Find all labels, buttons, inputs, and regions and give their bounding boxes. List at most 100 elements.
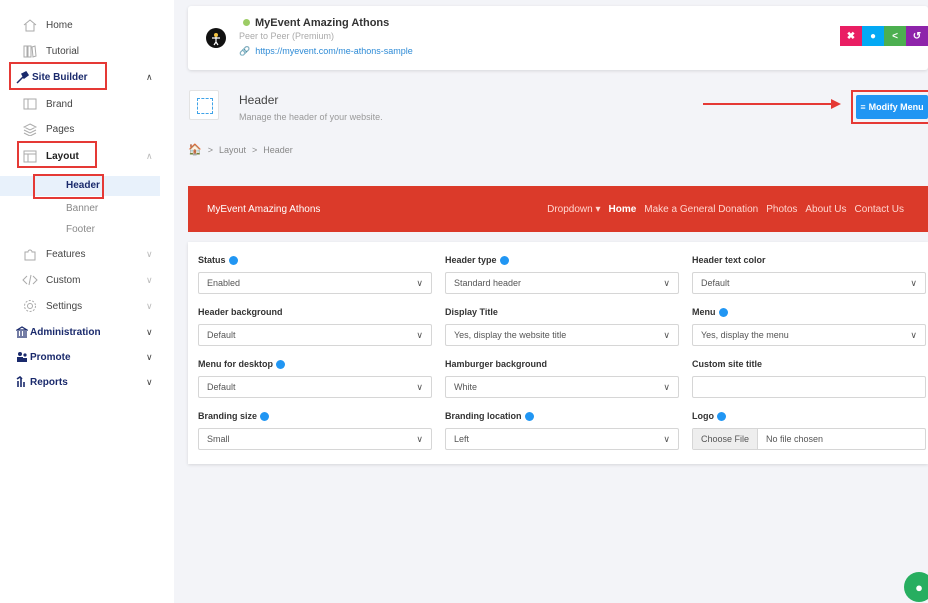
status-select[interactable]: Enabled ∨ — [198, 272, 432, 294]
chevron-up-icon: ∧ — [146, 150, 153, 161]
view-button[interactable]: ● — [862, 26, 884, 46]
chevron-down-icon: ∨ — [146, 248, 153, 259]
select-value: Default — [701, 278, 730, 288]
info-icon[interactable] — [228, 255, 238, 265]
books-icon — [22, 44, 38, 58]
bank-icon — [14, 325, 30, 339]
annotation-arrow-head — [831, 99, 841, 109]
field-status: Status Enabled ∨ — [198, 254, 432, 294]
branding-size-select[interactable]: Small ∨ — [198, 428, 432, 450]
chevron-down-icon: ∨ — [416, 381, 423, 392]
choose-file-button[interactable]: Choose File — [693, 429, 759, 449]
people-icon — [14, 350, 30, 364]
no-file-text: No file chosen — [766, 434, 824, 444]
display-title-select[interactable]: Yes, display the website title ∨ — [445, 324, 679, 346]
field-label: Branding location — [445, 411, 522, 421]
chevron-up-icon: ∧ — [146, 71, 153, 82]
header-text-color-select[interactable]: Default ∨ — [692, 272, 926, 294]
event-url-link[interactable]: 🔗 https://myevent.com/me-athons-sample — [239, 46, 413, 57]
select-value: White — [454, 382, 478, 392]
sidebar-item-administration[interactable]: Administration ∨ — [0, 321, 172, 343]
field-header-type: Header type Standard header ∨ — [445, 254, 679, 294]
menu-desktop-select[interactable]: Default ∨ — [198, 376, 432, 398]
event-url: https://myevent.com/me-athons-sample — [255, 46, 413, 56]
custom-site-title-input[interactable] — [692, 376, 926, 398]
tools-button[interactable]: ✖ — [840, 26, 862, 46]
breadcrumb-layout[interactable]: Layout — [219, 145, 246, 155]
link-icon: 🔗 — [239, 46, 251, 56]
preview-nav-home[interactable]: Home — [608, 204, 636, 215]
header-settings-form: Status Enabled ∨ Header type Standard hea… — [188, 242, 928, 464]
info-icon[interactable] — [717, 411, 726, 421]
sidebar-subitem-banner[interactable]: Banner — [0, 199, 160, 219]
field-display-title: Display Title Yes, display the website t… — [445, 306, 679, 346]
sidebar-item-label: Tutorial — [46, 45, 79, 57]
field-label: Header text color — [692, 255, 766, 265]
field-branding-size: Branding size Small ∨ — [198, 410, 432, 450]
info-icon[interactable] — [260, 411, 270, 421]
select-value: Enabled — [207, 278, 241, 288]
preview-nav-contact[interactable]: Contact Us — [855, 204, 904, 215]
main-content: MyEvent Amazing Athons Peer to Peer (Pre… — [174, 0, 928, 603]
sidebar-item-brand[interactable]: Brand — [0, 93, 172, 115]
select-value: Left — [454, 434, 470, 444]
chevron-down-icon: ∨ — [146, 376, 153, 387]
info-icon[interactable] — [718, 307, 728, 317]
info-icon[interactable] — [499, 255, 509, 265]
field-hamburger-background: Hamburger background White ∨ — [445, 358, 679, 398]
chevron-down-icon: ∨ — [146, 326, 153, 337]
field-branding-location: Branding location Left ∨ — [445, 410, 679, 450]
preview-nav-donation[interactable]: Make a General Donation — [644, 204, 758, 215]
header-background-select[interactable]: Default ∨ — [198, 324, 432, 346]
status-dot — [243, 19, 250, 26]
chat-icon: ● — [915, 579, 923, 595]
breadcrumb: 🏠 > Layout > Header — [188, 143, 293, 156]
info-icon[interactable] — [524, 411, 534, 421]
header-section-icon — [189, 90, 219, 120]
sidebar-item-promote[interactable]: Promote ∨ — [0, 346, 172, 368]
sidebar: Home Tutorial Site Builder ∧ Brand Pages… — [0, 0, 172, 603]
preview-nav-dropdown[interactable]: Dropdown ▾ — [547, 204, 600, 215]
breadcrumb-header: Header — [263, 144, 293, 155]
logo-file-input[interactable]: Choose File No file chosen — [692, 428, 926, 450]
sidebar-subitem-footer[interactable]: Footer — [0, 220, 160, 240]
chevron-down-icon: ∨ — [663, 329, 670, 340]
code-icon — [22, 273, 38, 287]
sidebar-item-features[interactable]: Features ∨ — [0, 243, 172, 265]
sidebar-item-label: Reports — [30, 376, 68, 388]
layers-icon — [22, 122, 38, 136]
chevron-down-icon: ∨ — [663, 433, 670, 444]
chevron-down-icon: ∨ — [416, 433, 423, 444]
home-icon[interactable]: 🏠 — [188, 143, 202, 156]
branding-location-select[interactable]: Left ∨ — [445, 428, 679, 450]
chevron-down-icon: ∨ — [910, 329, 917, 340]
header-type-select[interactable]: Standard header ∨ — [445, 272, 679, 294]
preview-nav-about[interactable]: About Us — [805, 204, 846, 215]
history-button[interactable]: ↺ — [906, 26, 928, 46]
chevron-down-icon: ∨ — [146, 300, 153, 311]
sidebar-item-settings[interactable]: Settings ∨ — [0, 295, 172, 317]
sidebar-item-custom[interactable]: Custom ∨ — [0, 269, 172, 291]
sidebar-item-tutorial[interactable]: Tutorial — [0, 40, 172, 62]
history-icon: ↺ — [912, 30, 922, 42]
sidebar-item-reports[interactable]: Reports ∨ — [0, 371, 172, 393]
hamburger-background-select[interactable]: White ∨ — [445, 376, 679, 398]
sidebar-item-home[interactable]: Home — [0, 14, 172, 36]
preview-nav-photos[interactable]: Photos — [766, 204, 797, 215]
field-label: Hamburger background — [445, 359, 548, 369]
chat-button[interactable]: ● — [904, 572, 928, 602]
sidebar-item-pages[interactable]: Pages — [0, 118, 172, 140]
chevron-down-icon: ∨ — [416, 277, 423, 288]
sidebar-item-label: Settings — [46, 300, 83, 312]
modify-menu-button[interactable]: ≡ Modify Menu — [856, 95, 928, 119]
sidebar-item-label: Promote — [30, 351, 71, 363]
info-icon[interactable] — [276, 359, 286, 369]
chevron-down-icon: ∨ — [146, 274, 153, 285]
preview-brand[interactable]: MyEvent Amazing Athons — [207, 204, 320, 215]
sidebar-subitem-label: Banner — [66, 203, 99, 214]
puzzle-icon — [22, 247, 38, 261]
share-button[interactable]: < — [884, 26, 906, 46]
sidebar-item-label: Home — [46, 19, 73, 31]
field-header-text-color: Header text color Default ∨ — [692, 254, 926, 294]
menu-select[interactable]: Yes, display the menu ∨ — [692, 324, 926, 346]
